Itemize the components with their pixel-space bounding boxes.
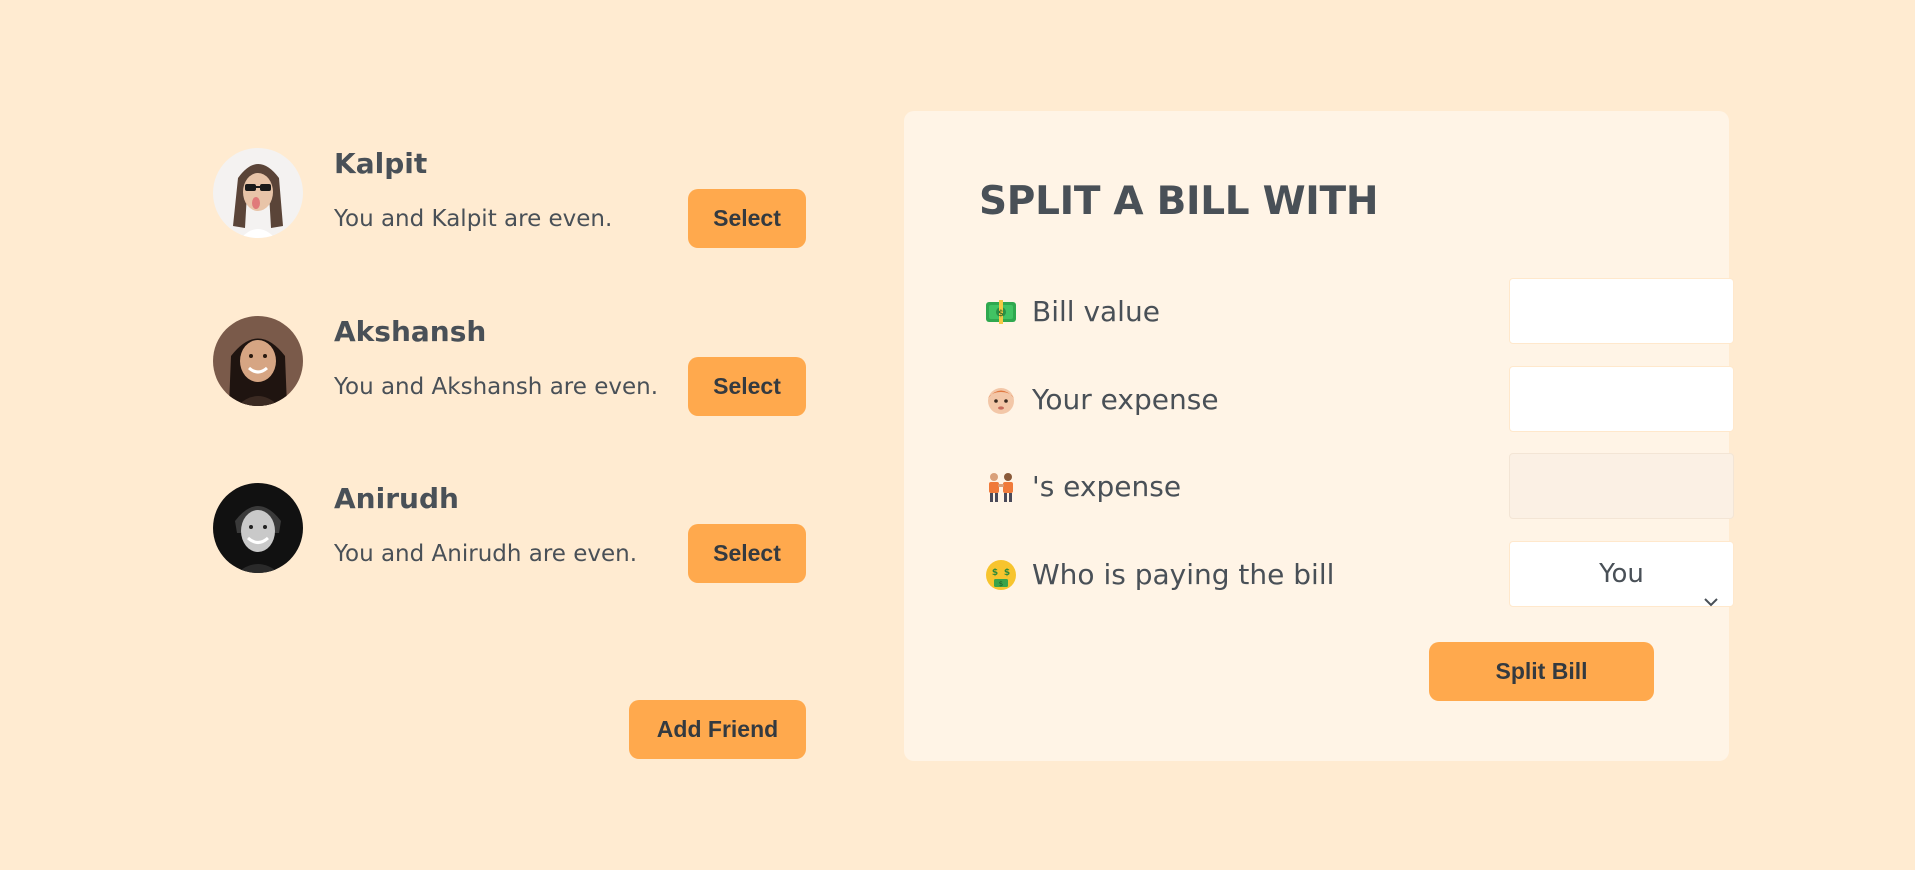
friends-list: Kalpit You and Kalpit are even. Select A… (213, 144, 806, 647)
bill-value-label: Bill value (1032, 295, 1160, 328)
two-people-icon (984, 470, 1018, 504)
payer-row: $ $ $ Who is paying the bill You (984, 541, 1734, 607)
select-friend-button[interactable]: Select (688, 356, 806, 416)
avatar (213, 315, 303, 406)
your-expense-row: Your expense (984, 366, 1734, 432)
money-banknote-icon: $ (984, 295, 1018, 329)
select-friend-button[interactable]: Select (688, 524, 806, 583)
payer-select[interactable]: You (1509, 541, 1734, 607)
friend-balance-status: You and Anirudh are even. (334, 541, 638, 567)
svg-text:$: $ (999, 580, 1003, 588)
payer-selected-value: You (1599, 559, 1644, 589)
svg-text:$: $ (992, 568, 998, 578)
bill-value-input[interactable] (1509, 278, 1734, 344)
avatar (213, 483, 303, 573)
friend-expense-row: 's expense (984, 453, 1734, 519)
chevron-down-icon (1703, 568, 1719, 607)
avatar (213, 148, 303, 238)
bill-value-row: $ Bill value (984, 278, 1734, 344)
your-expense-label: Your expense (1032, 383, 1219, 416)
friend-expense-input (1509, 453, 1734, 519)
person-face-icon (984, 383, 1018, 417)
friend-name: Akshansh (334, 314, 487, 348)
svg-text:$: $ (998, 309, 1004, 319)
friend-item: Kalpit You and Kalpit are even. Select (213, 144, 806, 312)
friend-expense-label: 's expense (1032, 470, 1182, 503)
friend-item: Akshansh You and Akshansh are even. Sele… (213, 312, 806, 480)
friend-name: Kalpit (334, 147, 428, 180)
friend-balance-status: You and Akshansh are even. (334, 373, 658, 400)
split-bill-button[interactable]: Split Bill (1429, 642, 1654, 701)
friend-item: Anirudh You and Anirudh are even. Select (213, 479, 806, 647)
friend-balance-status: You and Kalpit are even. (334, 206, 613, 232)
svg-text:$: $ (1004, 568, 1010, 578)
your-expense-input[interactable] (1509, 366, 1734, 432)
friend-name: Anirudh (334, 482, 459, 515)
money-mouth-face-icon: $ $ $ (984, 558, 1018, 592)
add-friend-button[interactable]: Add Friend (629, 700, 806, 759)
split-bill-title: SPLIT A BILL WITH (979, 179, 1379, 224)
split-bill-form: SPLIT A BILL WITH $ Bill value Your expe… (904, 111, 1734, 761)
select-friend-button[interactable]: Select (688, 189, 806, 248)
payer-label: Who is paying the bill (1032, 558, 1335, 591)
